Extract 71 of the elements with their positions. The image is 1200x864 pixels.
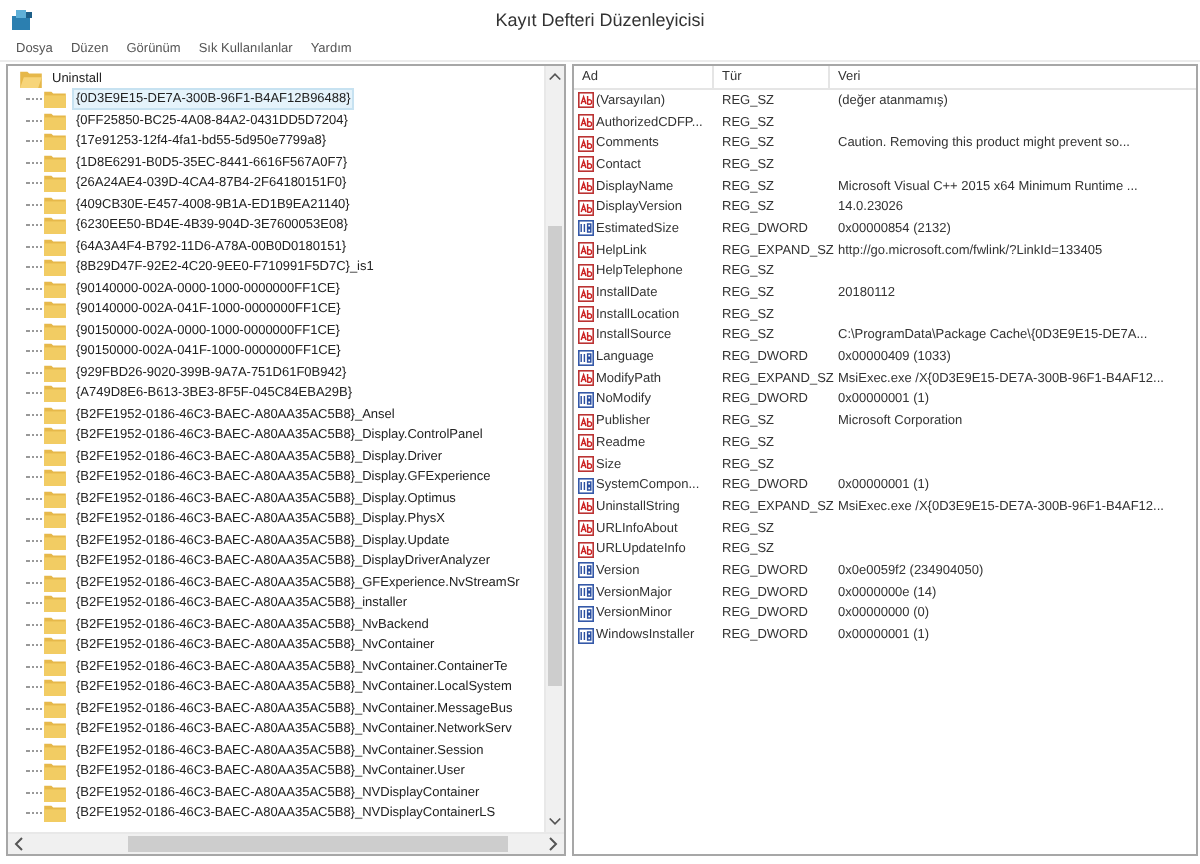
binary-value-icon — [578, 477, 594, 494]
scroll-left-icon[interactable] — [12, 836, 24, 852]
binary-value-icon — [578, 584, 594, 601]
string-value-icon — [578, 370, 594, 387]
string-value-icon — [578, 135, 594, 152]
folder-icon — [44, 636, 66, 655]
folder-icon — [44, 804, 66, 823]
folder-icon — [44, 384, 66, 403]
vertical-scrollbar[interactable] — [544, 66, 564, 832]
folder-icon — [44, 510, 66, 529]
binary-value-icon — [578, 605, 594, 622]
folder-icon — [44, 237, 66, 256]
string-value-icon — [578, 306, 594, 323]
string-value-icon — [578, 199, 594, 216]
string-value-icon — [578, 541, 594, 558]
folder-icon — [44, 111, 66, 130]
folder-icon — [44, 258, 66, 277]
folder-icon — [44, 195, 66, 214]
folder-icon — [44, 363, 66, 382]
scroll-down-icon[interactable] — [548, 816, 562, 828]
binary-value-icon — [578, 349, 594, 366]
folder-icon — [44, 468, 66, 487]
folder-icon — [44, 447, 66, 466]
string-value-icon — [578, 456, 594, 473]
folder-icon — [44, 279, 66, 298]
folder-icon — [44, 300, 66, 319]
folder-icon — [44, 342, 66, 361]
registry-editor-icon — [10, 8, 34, 32]
string-value-icon — [578, 285, 594, 302]
folder-icon — [44, 741, 66, 760]
folder-icon — [44, 321, 66, 340]
folder-icon — [44, 405, 66, 424]
string-value-icon — [578, 156, 594, 173]
folder-icon — [44, 657, 66, 676]
string-value-icon — [578, 327, 594, 344]
string-value-icon — [578, 434, 594, 451]
scrollbar-thumb[interactable] — [548, 226, 562, 686]
string-value-icon — [578, 498, 594, 515]
string-value-icon — [578, 114, 594, 131]
folder-icon — [44, 531, 66, 550]
string-value-icon — [578, 263, 594, 280]
folder-icon — [44, 426, 66, 445]
string-value-icon — [578, 520, 594, 537]
binary-value-icon — [578, 391, 594, 408]
folder-icon — [44, 90, 66, 109]
folder-icon — [44, 132, 66, 151]
folder-icon — [44, 762, 66, 781]
folder-icon — [44, 720, 66, 739]
folder-icon — [44, 783, 66, 802]
folder-icon — [44, 594, 66, 613]
binary-value-icon — [578, 220, 594, 237]
folder-icon — [44, 153, 66, 172]
string-value-icon — [578, 413, 594, 430]
window-title: Kayıt Defteri Düzenleyicisi — [495, 9, 705, 29]
folder-icon — [44, 216, 66, 235]
folder-icon — [44, 699, 66, 718]
folder-icon — [44, 678, 66, 697]
scrollbar-thumb[interactable] — [128, 836, 508, 852]
folder-icon — [44, 573, 66, 592]
string-value-icon — [578, 92, 594, 109]
horizontal-scrollbar[interactable] — [8, 832, 564, 854]
binary-value-icon — [578, 562, 594, 579]
scroll-up-icon[interactable] — [548, 70, 562, 82]
binary-value-icon — [578, 627, 594, 644]
folder-icon — [44, 174, 66, 193]
string-value-icon — [578, 242, 594, 259]
string-value-icon — [578, 178, 594, 195]
folder-icon — [44, 489, 66, 508]
folder-icon — [44, 552, 66, 571]
folder-icon — [44, 615, 66, 634]
scroll-right-icon[interactable] — [548, 836, 560, 852]
